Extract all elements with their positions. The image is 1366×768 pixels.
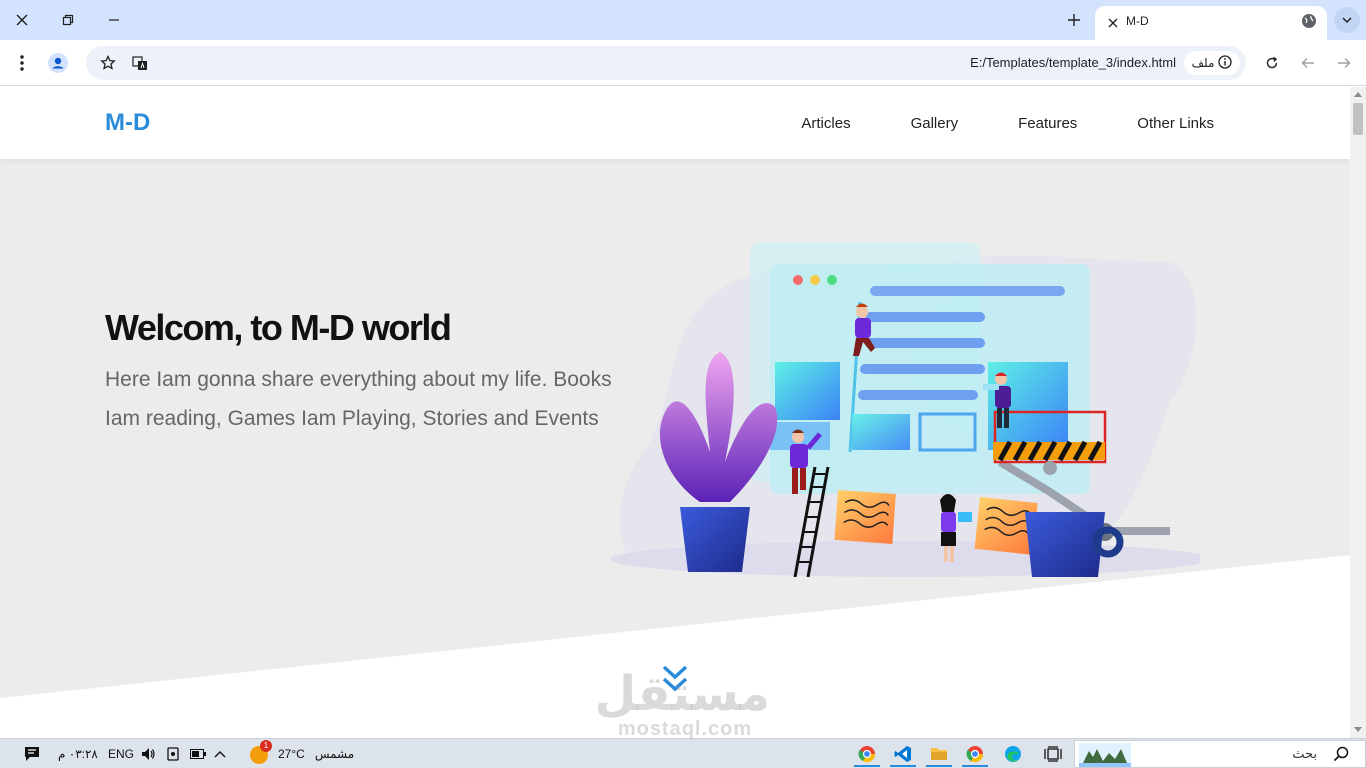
main-nav: Articles Gallery Features Other Links xyxy=(801,115,1214,132)
address-bar[interactable]: E:/Templates/template_3/index.html ملف xyxy=(86,46,1246,80)
reload-icon xyxy=(1266,56,1278,69)
network-icon[interactable] xyxy=(166,742,180,766)
profile-icon xyxy=(48,53,68,73)
weather-widget[interactable]: 1 27°C مشمس xyxy=(248,740,355,766)
scroll-up-arrow-icon[interactable] xyxy=(1354,92,1362,97)
browser-menu-button[interactable] xyxy=(8,49,36,77)
taskbar-edge[interactable] xyxy=(996,741,1030,767)
watermark-latin: mostaql.com xyxy=(617,718,753,740)
clock[interactable]: ٠٣:٢٨ م xyxy=(58,742,98,766)
url-text[interactable]: E:/Templates/template_3/index.html xyxy=(970,55,1176,70)
edge-icon xyxy=(1005,746,1021,762)
chevron-up-icon xyxy=(214,751,226,758)
sun-icon: 1 xyxy=(248,740,272,765)
search-highlight-image xyxy=(1079,743,1131,767)
chrome-icon xyxy=(858,746,876,763)
globe-icon xyxy=(1301,13,1317,34)
nav-link-articles[interactable]: Articles xyxy=(801,115,850,132)
window-close-button[interactable] xyxy=(0,5,44,35)
task-view-icon xyxy=(1044,746,1062,762)
browser-toolbar: E:/Templates/template_3/index.html ملف xyxy=(0,40,1366,86)
minimize-icon xyxy=(109,19,119,21)
new-tab-button[interactable] xyxy=(1062,8,1086,32)
close-icon xyxy=(1108,18,1118,28)
window-minimize-button[interactable] xyxy=(92,5,136,35)
folder-icon xyxy=(931,748,947,760)
arrow-right-icon xyxy=(1338,58,1351,68)
search-icon xyxy=(1333,746,1349,762)
battery-icon[interactable] xyxy=(190,742,206,766)
vscode-icon xyxy=(894,746,911,762)
site-header: M-D Articles Gallery Features Other Link… xyxy=(0,87,1350,159)
nav-link-features[interactable]: Features xyxy=(1018,115,1077,132)
close-icon xyxy=(16,14,28,26)
browser-tab-active[interactable]: M-D xyxy=(1095,6,1327,40)
site-info-label: ملف xyxy=(1191,56,1215,70)
chevron-down-icon xyxy=(1342,17,1352,24)
taskbar-task-view[interactable] xyxy=(1036,741,1070,767)
plus-icon xyxy=(1068,14,1080,26)
watermark-arabic: مستقل xyxy=(594,668,770,721)
page-scrollbar[interactable] xyxy=(1350,87,1366,738)
reload-button[interactable] xyxy=(1258,49,1286,77)
tab-close-button[interactable] xyxy=(1103,13,1123,33)
notifications-button[interactable] xyxy=(24,742,40,766)
restore-icon xyxy=(62,14,74,26)
mostaql-watermark: مستقل mostaql.com xyxy=(594,668,770,740)
taskbar-chrome-2[interactable] xyxy=(958,741,992,767)
star-icon xyxy=(100,55,116,70)
chrome-icon xyxy=(966,746,984,763)
web-page: M-D Articles Gallery Features Other Link… xyxy=(0,87,1350,738)
windows-taskbar: ٠٣:٢٨ م ENG 1 27°C مشمس بحث xyxy=(0,738,1366,768)
language-indicator[interactable]: ENG xyxy=(108,742,134,766)
hero-description: Here Iam gonna share everything about my… xyxy=(105,368,612,430)
window-restore-button[interactable] xyxy=(46,5,90,35)
site-info-chip[interactable]: ملف xyxy=(1184,51,1240,75)
taskbar-chrome-1[interactable] xyxy=(850,741,884,767)
site-info-icon xyxy=(1218,54,1233,72)
hero-illustration xyxy=(610,242,1200,577)
browser-tabbar: M-D xyxy=(0,0,1366,40)
taskbar-search[interactable]: بحث xyxy=(1074,740,1366,768)
volume-icon[interactable] xyxy=(140,742,156,766)
weather-badge: 1 xyxy=(260,740,272,752)
weather-label: مشمس xyxy=(314,747,355,761)
notification-icon xyxy=(25,747,39,761)
taskbar-vscode[interactable] xyxy=(886,741,920,767)
site-logo[interactable]: M-D xyxy=(105,109,150,137)
back-button[interactable] xyxy=(1294,49,1322,77)
tab-title: M-D xyxy=(1126,14,1149,28)
search-placeholder: بحث xyxy=(1292,746,1317,761)
taskbar-file-explorer[interactable] xyxy=(922,741,956,767)
arrow-left-icon xyxy=(1301,58,1314,68)
nav-link-other-links[interactable]: Other Links xyxy=(1137,115,1214,132)
tab-search-button[interactable] xyxy=(1334,7,1360,33)
bookmark-star-button[interactable] xyxy=(94,49,122,77)
kebab-menu-icon xyxy=(20,55,24,71)
translate-icon xyxy=(132,56,147,70)
scroll-down-arrow-icon[interactable] xyxy=(1354,727,1362,732)
translate-button[interactable] xyxy=(126,49,154,77)
forward-button[interactable] xyxy=(1330,49,1358,77)
weather-temp: 27°C xyxy=(278,747,305,761)
profile-button[interactable] xyxy=(44,49,72,77)
show-hidden-icons-button[interactable] xyxy=(214,742,226,766)
hero-title: Welcom, to M-D world xyxy=(105,307,452,348)
nav-link-gallery[interactable]: Gallery xyxy=(911,115,959,132)
scroll-thumb[interactable] xyxy=(1353,103,1363,135)
